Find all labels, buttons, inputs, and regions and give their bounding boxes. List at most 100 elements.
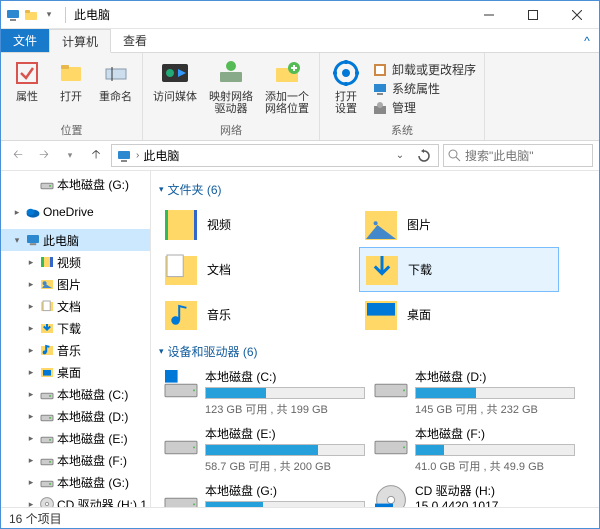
tree-node[interactable]: ▸ CD 驱动器 (H:) 1 <box>1 493 150 507</box>
tree-twisty-icon[interactable]: ▸ <box>25 499 37 508</box>
tree-twisty-icon[interactable]: ▾ <box>11 235 23 246</box>
access-media-button[interactable]: 访问媒体 <box>147 55 203 122</box>
tab-computer[interactable]: 计算机 <box>49 29 111 53</box>
back-button[interactable]: 🡠 <box>7 145 29 167</box>
folder-item[interactable]: 下载 <box>359 247 559 292</box>
folder-label: 视频 <box>207 216 231 233</box>
rename-button[interactable]: 重命名 <box>93 55 138 122</box>
group-system-label: 系统 <box>391 122 413 140</box>
tab-file[interactable]: 文件 <box>1 29 49 52</box>
properties-button[interactable]: 属性 <box>5 55 49 122</box>
tree-node-label: 图片 <box>57 276 81 293</box>
close-button[interactable] <box>555 1 599 29</box>
tree-node[interactable]: ▸ 本地磁盘 (D:) <box>1 405 150 427</box>
tree-node[interactable]: ▸ 音乐 <box>1 339 150 361</box>
docs-icon <box>163 252 199 288</box>
drive-free-text: 145 GB 可用 , 共 232 GB <box>415 401 575 417</box>
pc-icon <box>25 232 41 248</box>
tree-node[interactable]: ▸下载 <box>1 317 150 339</box>
tree-node[interactable]: 本地磁盘 (G:) <box>1 173 150 195</box>
drive-name: 本地磁盘 (E:) <box>205 425 365 442</box>
recent-button[interactable]: ▾ <box>59 145 81 167</box>
tree-node[interactable]: ▸文档 <box>1 295 150 317</box>
search-input[interactable] <box>465 149 600 163</box>
desktop-icon <box>39 364 55 380</box>
status-text: 16 个项目 <box>9 510 62 527</box>
tree-twisty-icon[interactable]: ▸ <box>25 301 37 312</box>
search-box[interactable] <box>443 144 593 167</box>
drive-icon <box>39 386 55 402</box>
maximize-button[interactable] <box>511 1 555 29</box>
folder-label: 音乐 <box>207 306 231 323</box>
tree-twisty-icon[interactable]: ▸ <box>25 345 37 356</box>
download-icon <box>364 252 400 288</box>
qat-dropdown-icon[interactable]: ▾ <box>41 7 57 23</box>
tree-twisty-icon[interactable]: ▸ <box>25 323 37 334</box>
tree-node[interactable]: ▸ 本地磁盘 (G:) <box>1 471 150 493</box>
drive-name: 本地磁盘 (D:) <box>415 368 575 385</box>
up-button[interactable]: 🡡 <box>85 145 107 167</box>
drive-icon <box>39 430 55 446</box>
download-icon <box>39 320 55 336</box>
folder-qat-icon[interactable] <box>23 7 39 23</box>
drive-name: 本地磁盘 (G:) <box>205 482 365 499</box>
tree-node[interactable]: ▸OneDrive <box>1 201 150 223</box>
cd-icon <box>39 496 55 507</box>
tree-twisty-icon[interactable]: ▸ <box>25 257 37 268</box>
desktop-icon <box>363 297 399 333</box>
address-dropdown-icon[interactable]: ⌄ <box>390 150 410 161</box>
chevron-right-icon[interactable]: › <box>136 150 139 161</box>
tree-node[interactable]: ▸本地磁盘 (C:) <box>1 383 150 405</box>
tree-node[interactable]: ▾此电脑 <box>1 229 150 251</box>
tree-twisty-icon[interactable]: ▸ <box>25 389 37 400</box>
uninstall-icon <box>372 62 388 78</box>
tree-node-label: 本地磁盘 (D:) <box>57 408 128 425</box>
video-icon <box>39 254 55 270</box>
tree-node-label: CD 驱动器 (H:) 1 <box>57 496 147 508</box>
forward-button[interactable]: 🡢 <box>33 145 55 167</box>
folder-item[interactable]: 文档 <box>159 247 359 292</box>
tree-twisty-icon[interactable]: ▸ <box>11 207 23 218</box>
tree-node[interactable]: ▸桌面 <box>1 361 150 383</box>
tree-twisty-icon[interactable]: ▸ <box>25 411 37 422</box>
address-bar-row: 🡠 🡢 ▾ 🡡 › 此电脑 ⌄ <box>1 141 599 171</box>
tree-twisty-icon[interactable]: ▸ <box>25 367 37 378</box>
sys-properties-button[interactable]: 系统属性 <box>372 80 476 97</box>
tree-node[interactable]: ▸ 图片 <box>1 273 150 295</box>
tree-twisty-icon[interactable]: ▸ <box>25 433 37 444</box>
tree-twisty-icon[interactable]: ▸ <box>25 455 37 466</box>
refresh-button[interactable] <box>414 149 434 163</box>
tree-node-label: 本地磁盘 (G:) <box>57 474 129 491</box>
open-settings-button[interactable]: 打开 设置 <box>324 55 368 122</box>
ribbon-collapse-button[interactable]: ^ <box>575 29 599 52</box>
address-bar[interactable]: › 此电脑 ⌄ <box>111 144 439 167</box>
devices-section-header[interactable]: ▾设备和驱动器 (6) <box>159 337 591 364</box>
tree-node[interactable]: ▸本地磁盘 (F:) <box>1 449 150 471</box>
drive-item[interactable]: 本地磁盘 (C:)123 GB 可用 , 共 199 GB <box>159 364 369 421</box>
tree-node[interactable]: ▸本地磁盘 (E:) <box>1 427 150 449</box>
tree-twisty-icon[interactable]: ▸ <box>25 279 37 290</box>
folder-item[interactable]: 视频 <box>159 202 359 247</box>
tree-twisty-icon[interactable]: ▸ <box>25 477 37 488</box>
add-network-button[interactable]: 添加一个 网络位置 <box>259 55 315 122</box>
breadcrumb-location[interactable]: 此电脑 <box>143 147 179 164</box>
content-pane[interactable]: ▾文件夹 (6) 视频 图片文档下载音乐 桌面 ▾设备和驱动器 (6) 本地磁盘 (… <box>151 171 599 507</box>
drive-item[interactable]: 本地磁盘 (G:)308 GB 可用 , 共 481 GB <box>159 478 369 507</box>
tree-node[interactable]: ▸视频 <box>1 251 150 273</box>
drive-item[interactable]: 本地磁盘 (D:) 145 GB 可用 , 共 232 GB <box>369 364 579 421</box>
navigation-tree[interactable]: 本地磁盘 (G:)▸OneDrive▾此电脑▸视频▸图片▸文档▸下载▸音乐▸桌面… <box>1 171 151 507</box>
drive-item[interactable]: 本地磁盘 (F:)41.0 GB 可用 , 共 49.9 GB <box>369 421 579 478</box>
drive-item[interactable]: 本地磁盘 (E:)58.7 GB 可用 , 共 200 GB <box>159 421 369 478</box>
folder-item[interactable]: 桌面 <box>359 292 559 337</box>
map-drive-button[interactable]: 映射网络 驱动器 <box>203 55 259 122</box>
manage-button[interactable]: 管理 <box>372 99 476 116</box>
tab-view[interactable]: 查看 <box>111 29 159 52</box>
open-button[interactable]: 打开 <box>49 55 93 122</box>
tree-node-label: 音乐 <box>57 342 81 359</box>
folder-item[interactable]: 音乐 <box>159 292 359 337</box>
folder-item[interactable]: 图片 <box>359 202 559 247</box>
drive-item[interactable]: CD 驱动器 (H:) 15.0.4420.10170 字节 可用 , 共 87… <box>369 478 579 507</box>
folders-section-header[interactable]: ▾文件夹 (6) <box>159 175 591 202</box>
minimize-button[interactable] <box>467 1 511 29</box>
uninstall-button[interactable]: 卸载或更改程序 <box>372 61 476 78</box>
